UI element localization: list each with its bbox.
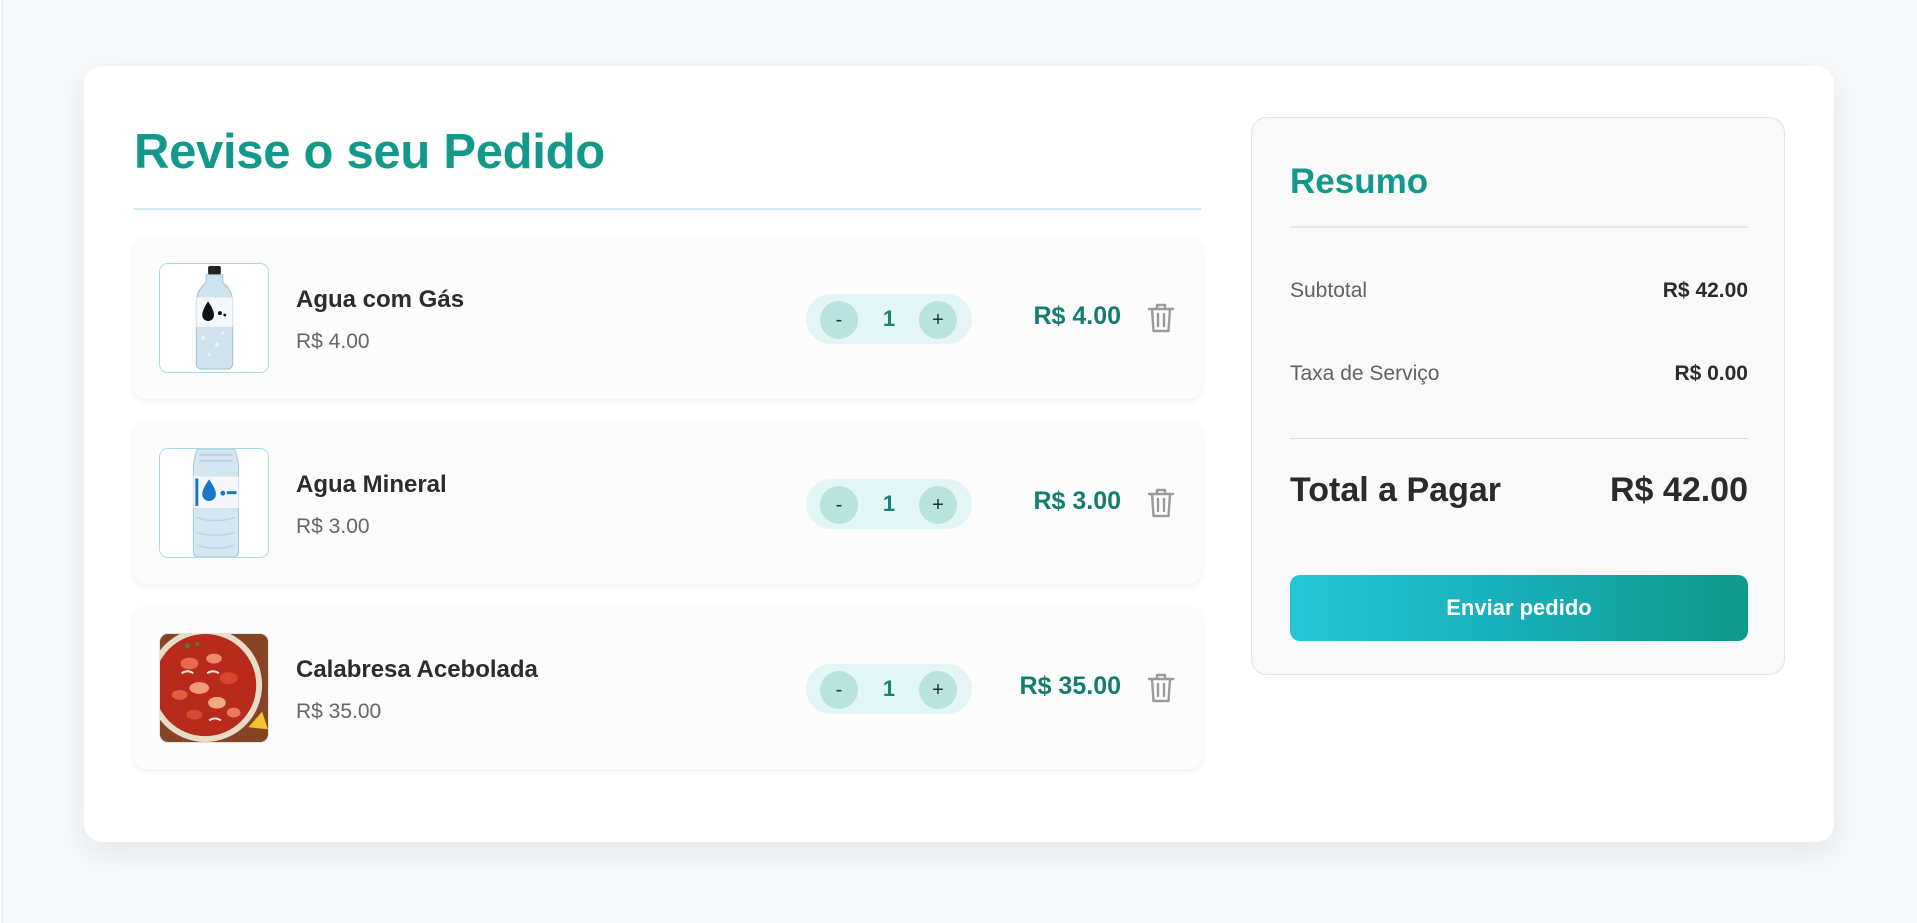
quantity-stepper: - 1 + <box>806 479 972 529</box>
subtotal-label: Subtotal <box>1290 279 1368 302</box>
quantity-value: 1 <box>882 676 896 701</box>
increase-quantity-button[interactable]: + <box>919 671 957 709</box>
total-value: R$ 42.00 <box>1610 471 1748 509</box>
service-fee-row: Taxa de Serviço R$ 0.00 <box>1290 362 1748 386</box>
product-image-calabresa <box>159 633 269 743</box>
trash-icon[interactable] <box>1145 671 1177 705</box>
item-name: Agua Mineral <box>296 471 447 498</box>
cart-item: Agua com Gás R$ 4.00 - 1 + R$ 4.00 <box>134 238 1201 399</box>
decrease-quantity-button[interactable]: - <box>820 301 858 339</box>
increase-quantity-button[interactable]: + <box>919 486 957 524</box>
item-line-total: R$ 3.00 <box>1033 487 1121 515</box>
calabresa-dish-image <box>160 634 268 742</box>
trash-icon[interactable] <box>1145 301 1177 335</box>
subtotal-row: Subtotal R$ 42.00 <box>1290 279 1748 303</box>
trash-icon[interactable] <box>1145 486 1177 520</box>
sparkling-water-bottle-image <box>160 264 268 372</box>
submit-order-button[interactable]: Enviar pedido <box>1290 575 1748 641</box>
mineral-water-bottle-image <box>160 449 268 557</box>
cart-item: Calabresa Acebolada R$ 35.00 - 1 + R$ 35… <box>134 608 1201 769</box>
decrease-quantity-button[interactable]: - <box>820 486 858 524</box>
product-image-mineral-water <box>159 448 269 558</box>
cart-items-list: Agua com Gás R$ 4.00 - 1 + R$ 4.00 Agua … <box>134 238 1201 793</box>
total-label: Total a Pagar <box>1290 471 1501 509</box>
increase-quantity-button[interactable]: + <box>919 301 957 339</box>
decrease-quantity-button[interactable]: - <box>820 671 858 709</box>
service-fee-value: R$ 0.00 <box>1674 362 1748 385</box>
summary-title: Resumo <box>1290 158 1748 228</box>
total-row: Total a Pagar R$ 42.00 <box>1290 471 1748 510</box>
page-title: Revise o seu Pedido <box>134 120 1201 210</box>
quantity-value: 1 <box>882 306 896 331</box>
item-unit-price: R$ 3.00 <box>296 515 370 538</box>
order-review-section: Revise o seu Pedido Agua com Gás R$ 4.00… <box>134 120 1201 769</box>
page-edge <box>2 0 3 923</box>
product-image-sparkling-water <box>159 263 269 373</box>
quantity-value: 1 <box>882 491 896 516</box>
service-fee-label: Taxa de Serviço <box>1290 362 1440 385</box>
item-line-total: R$ 4.00 <box>1033 302 1121 330</box>
item-name: Agua com Gás <box>296 286 465 313</box>
quantity-stepper: - 1 + <box>806 664 972 714</box>
item-line-total: R$ 35.00 <box>1019 672 1121 700</box>
checkout-card: Revise o seu Pedido Agua com Gás R$ 4.00… <box>84 66 1834 842</box>
cart-item: Agua Mineral R$ 3.00 - 1 + R$ 3.00 <box>134 423 1201 584</box>
item-name: Calabresa Acebolada <box>296 656 538 683</box>
item-unit-price: R$ 4.00 <box>296 330 370 353</box>
item-unit-price: R$ 35.00 <box>296 700 382 723</box>
subtotal-value: R$ 42.00 <box>1662 279 1748 302</box>
quantity-stepper: - 1 + <box>806 294 972 344</box>
order-summary-panel: Resumo Subtotal R$ 42.00 Taxa de Serviço… <box>1251 117 1785 675</box>
summary-divider <box>1290 438 1748 439</box>
